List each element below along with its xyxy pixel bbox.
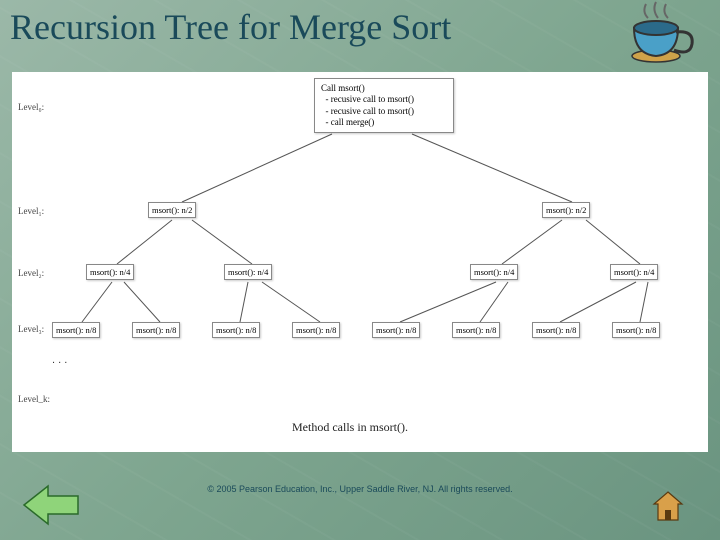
level-label-1: Level₁:: [18, 206, 44, 216]
tree-node-l3-0: msort(): n/8: [52, 322, 100, 338]
tree-node-l3-2: msort(): n/8: [212, 322, 260, 338]
diagram-caption: Method calls in msort().: [292, 420, 408, 435]
level-label-2: Level₂:: [18, 268, 44, 278]
tree-node-l2-2: msort(): n/4: [470, 264, 518, 280]
tree-node-l3-6: msort(): n/8: [532, 322, 580, 338]
tree-node-l1-0: msort(): n/2: [148, 202, 196, 218]
cup-icon: [620, 0, 700, 70]
level-label-0: Level₀:: [18, 102, 44, 112]
tree-node-l2-3: msort(): n/4: [610, 264, 658, 280]
tree-node-l2-0: msort(): n/4: [86, 264, 134, 280]
tree-node-l3-7: msort(): n/8: [612, 322, 660, 338]
copyright-text: © 2005 Pearson Education, Inc., Upper Sa…: [0, 484, 720, 494]
page-title: Recursion Tree for Merge Sort: [10, 6, 451, 48]
level-label-k: Level_k:: [18, 394, 50, 404]
tree-node-l3-4: msort(): n/8: [372, 322, 420, 338]
ellipsis: . . .: [52, 354, 67, 366]
back-arrow-icon[interactable]: [22, 484, 80, 526]
home-icon[interactable]: [650, 490, 686, 522]
diagram-canvas: Level₀: Level₁: Level₂: Level₃: Level_k:…: [12, 72, 708, 452]
tree-node-l2-1: msort(): n/4: [224, 264, 272, 280]
tree-node-l3-3: msort(): n/8: [292, 322, 340, 338]
tree-root-node: Call msort() - recusive call to msort() …: [314, 78, 454, 133]
tree-node-l1-1: msort(): n/2: [542, 202, 590, 218]
level-label-3: Level₃:: [18, 324, 44, 334]
tree-node-l3-1: msort(): n/8: [132, 322, 180, 338]
tree-node-l3-5: msort(): n/8: [452, 322, 500, 338]
